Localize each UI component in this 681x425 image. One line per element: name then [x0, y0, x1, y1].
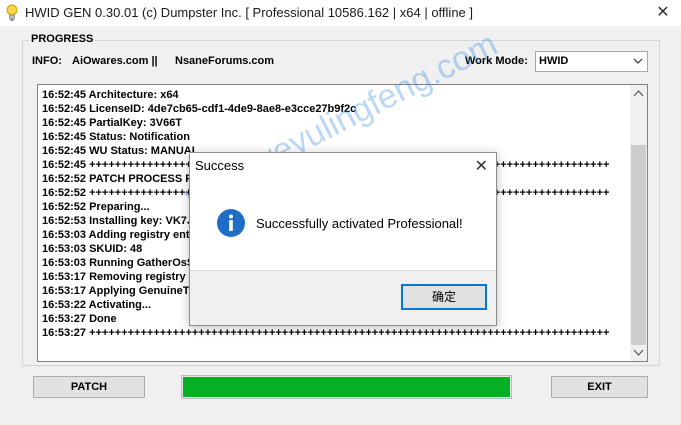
info-aiowares: AiOwares.com ||: [72, 55, 158, 67]
log-line: 16:52:45 LicenseID: 4de7cb65-cdf1-4de9-8…: [42, 103, 357, 115]
work-mode-value: HWID: [539, 55, 569, 67]
info-label: INFO:: [32, 55, 62, 67]
log-line: 16:52:45 Architecture: x64: [42, 89, 179, 101]
chevron-down-icon: [633, 58, 643, 64]
exit-button[interactable]: EXIT: [551, 376, 648, 398]
dialog-title: Success: [195, 158, 245, 173]
progress-bar: [181, 375, 512, 399]
info-icon: [217, 209, 245, 237]
log-line: 16:52:45 Status: Notification: [42, 131, 190, 143]
window-title: HWID GEN 0.30.01 (c) Dumpster Inc. [ Pro…: [25, 5, 473, 20]
progress-bar-fill: [183, 377, 510, 397]
progress-group-label: PROGRESS: [29, 33, 96, 45]
work-mode-label: Work Mode:: [465, 55, 528, 67]
work-mode-select[interactable]: HWID: [535, 51, 648, 72]
log-line: 16:53:27 +++++++++++++++++++++++++++++++…: [42, 327, 610, 339]
scroll-thumb[interactable]: [631, 145, 646, 345]
ok-button[interactable]: 确定: [401, 284, 487, 310]
title-bar: HWID GEN 0.30.01 (c) Dumpster Inc. [ Pro…: [0, 0, 681, 26]
success-dialog: Success ✕ Successfully activated Profess…: [189, 152, 497, 326]
info-nsaneforums: NsaneForums.com: [175, 55, 275, 67]
log-scrollbar[interactable]: [630, 85, 647, 361]
log-line: 16:52:45 PartialKey: 3V66T: [42, 117, 183, 129]
scroll-down-icon[interactable]: [630, 344, 647, 361]
window-close-button[interactable]: ✕: [653, 3, 673, 23]
lightbulb-icon: [6, 4, 18, 21]
patch-button[interactable]: PATCH: [33, 376, 145, 398]
dialog-close-button[interactable]: ✕: [475, 156, 488, 176]
dialog-message: Successfully activated Professional!: [256, 216, 463, 231]
scroll-up-icon[interactable]: [630, 85, 647, 102]
dialog-footer: 确定: [190, 270, 496, 325]
